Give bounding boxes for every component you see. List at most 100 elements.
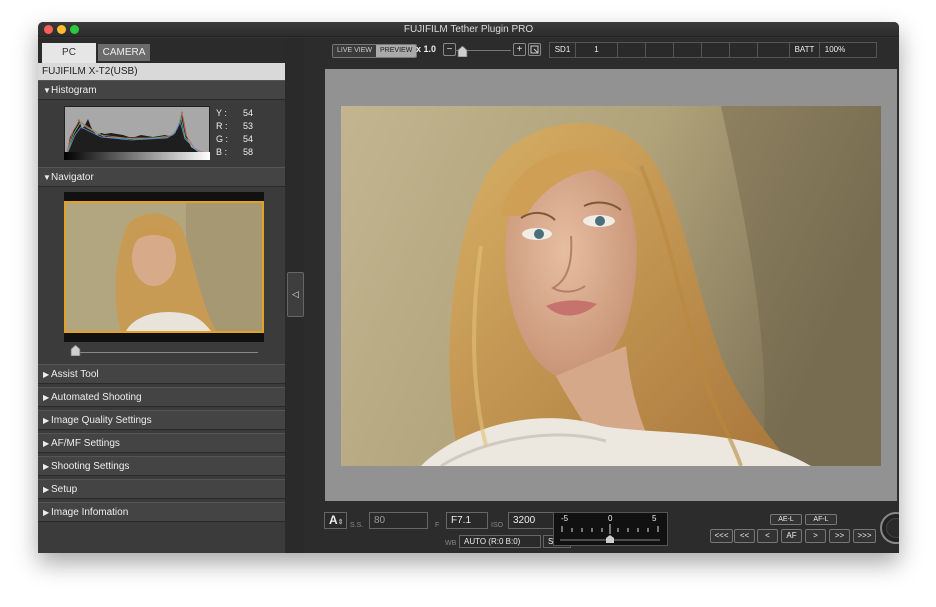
left-triangle-icon: ◁	[292, 289, 299, 299]
nav-back-fast-button[interactable]: <<	[734, 529, 755, 543]
nav-first-button[interactable]: <<<	[710, 529, 733, 543]
live-view-button[interactable]: LIVE VIEW	[333, 45, 377, 57]
section-assist-tool[interactable]: ▶ Assist Tool	[38, 364, 285, 384]
section-shooting-settings[interactable]: ▶ Shooting Settings	[38, 456, 285, 476]
aperture-label: F	[435, 522, 440, 529]
section-navigator[interactable]: ▼Navigator	[38, 167, 285, 187]
nav-forward-button[interactable]: >	[805, 529, 826, 543]
collapsed-triangle-icon: ▶	[43, 370, 50, 379]
aperture-field[interactable]: F7.1	[446, 512, 488, 529]
shutter-speed-label: S.S.	[350, 522, 364, 529]
collapsed-triangle-icon: ▶	[43, 439, 50, 448]
histogram-panel: Y : 54 R : 53 G : 54 B : 58	[38, 102, 285, 165]
portrait-thumbnail-image	[66, 203, 262, 331]
status-cell	[730, 43, 758, 57]
section-histogram[interactable]: ▼Histogram	[38, 80, 285, 100]
section-setup[interactable]: ▶ Setup	[38, 479, 285, 499]
section-image-quality[interactable]: ▶ Image Quality Settings	[38, 410, 285, 430]
tab-bar: PC CAMERA	[38, 38, 285, 63]
navigator-zoom-knob-icon[interactable]	[70, 345, 81, 356]
ae-lock-button[interactable]: AE-L	[770, 514, 802, 525]
aperture-value: F7.1	[451, 515, 472, 526]
zoom-slider-knob-icon[interactable]	[457, 46, 468, 57]
histogram-curve	[65, 107, 210, 157]
exposure-meter: -5 0 5	[553, 512, 668, 546]
collapse-panel-button[interactable]: ◁	[287, 272, 304, 317]
view-toolbar: LIVE VIEW PREVIEW x 1.0 − + SD1 1 BATT 1…	[304, 38, 899, 67]
camera-status-bar: SD1 1 BATT 100%	[549, 42, 877, 58]
section-label: Assist Tool	[51, 369, 99, 380]
histogram-values: Y : 54 R : 53 G : 54 B : 58	[216, 108, 286, 160]
collapsed-triangle-icon: ▶	[43, 485, 50, 494]
preview-image	[341, 106, 881, 466]
collapsed-triangle-icon: ▶	[43, 393, 50, 402]
section-label: AF/MF Settings	[51, 438, 120, 449]
section-label: Image Infomation	[51, 507, 129, 518]
meter-min: -5	[561, 514, 569, 523]
section-automated-shooting[interactable]: ▶ Automated Shooting	[38, 387, 285, 407]
collapsed-triangle-icon: ▶	[43, 416, 50, 425]
white-balance-select[interactable]: AUTO (R:0 B:0)	[459, 535, 541, 548]
shutter-speed-value: 80	[374, 515, 386, 526]
portrait-photo-image	[341, 106, 881, 466]
shutter-speed-field[interactable]: 80	[369, 512, 428, 529]
section-label: Histogram	[51, 85, 97, 96]
status-cell	[758, 43, 790, 57]
section-label: Automated Shooting	[51, 392, 142, 403]
section-af-mf[interactable]: ▶ AF/MF Settings	[38, 433, 285, 453]
hist-value: 58	[243, 147, 254, 157]
nav-forward-fast-button[interactable]: >>	[829, 529, 850, 543]
status-cell	[674, 43, 702, 57]
shutter-release-button[interactable]	[880, 512, 899, 544]
af-button[interactable]: AF	[781, 529, 802, 543]
collapsed-triangle-icon: ▶	[43, 462, 50, 471]
section-label: Setup	[51, 484, 78, 495]
section-image-information[interactable]: ▶ Image Infomation	[38, 502, 285, 522]
histogram-graph	[64, 106, 210, 158]
exposure-mode-select[interactable]: A⇕	[324, 512, 347, 529]
exposure-mode-value: A	[329, 513, 338, 527]
expanded-triangle-icon: ▼	[43, 173, 51, 182]
hist-value: 54	[243, 108, 254, 118]
navigator-thumbnail	[64, 201, 264, 333]
hist-row-y: Y : 54	[216, 108, 286, 121]
preview-canvas[interactable]	[325, 69, 897, 501]
left-panel: PC CAMERA FUJIFILM X-T2(USB) ▼Histogram …	[38, 38, 285, 553]
shot-count: 1	[576, 43, 618, 57]
af-lock-button[interactable]: AF-L	[805, 514, 837, 525]
navigator-panel	[38, 188, 285, 363]
fit-window-button[interactable]	[528, 43, 541, 56]
hist-row-r: R : 53	[216, 121, 286, 134]
app-window: FUJIFILM Tether Plugin PRO PC CAMERA FUJ…	[38, 22, 899, 553]
navigator-preview[interactable]	[64, 192, 264, 342]
zoom-level: x 1.0	[416, 44, 437, 54]
hist-key: R :	[216, 121, 228, 131]
camera-name: FUJIFILM X-T2(USB)	[38, 63, 285, 80]
window-title: FUJIFILM Tether Plugin PRO	[403, 24, 534, 35]
battery-label: BATT	[790, 43, 820, 57]
status-cell	[618, 43, 646, 57]
hist-key: B :	[216, 147, 228, 157]
preview-button[interactable]: PREVIEW	[376, 45, 417, 57]
hist-row-g: G : 54	[216, 134, 286, 147]
nav-back-button[interactable]: <	[757, 529, 778, 543]
section-label: Shooting Settings	[51, 461, 130, 472]
tab-camera[interactable]: CAMERA	[98, 44, 150, 61]
view-mode-toggle: LIVE VIEW PREVIEW	[332, 44, 418, 58]
nav-last-button[interactable]: >>>	[853, 529, 876, 543]
expanded-triangle-icon: ▼	[43, 86, 51, 95]
status-cell	[646, 43, 674, 57]
fit-window-icon	[530, 45, 539, 54]
histogram-gradient	[64, 152, 210, 160]
meter-mid: 0	[608, 514, 613, 523]
navigator-zoom-track[interactable]	[76, 352, 258, 353]
hist-key: Y :	[216, 108, 227, 118]
tab-pc[interactable]: PC	[42, 43, 96, 63]
stepper-icon: ⇕	[337, 519, 344, 526]
zoom-in-button[interactable]: +	[513, 43, 526, 56]
shutter-release-icon	[886, 518, 899, 538]
white-balance-value: AUTO (R:0 B:0)	[464, 537, 521, 546]
iso-label: ISO	[491, 522, 504, 529]
hist-value: 54	[243, 134, 254, 144]
hist-row-b: B : 58	[216, 147, 286, 160]
